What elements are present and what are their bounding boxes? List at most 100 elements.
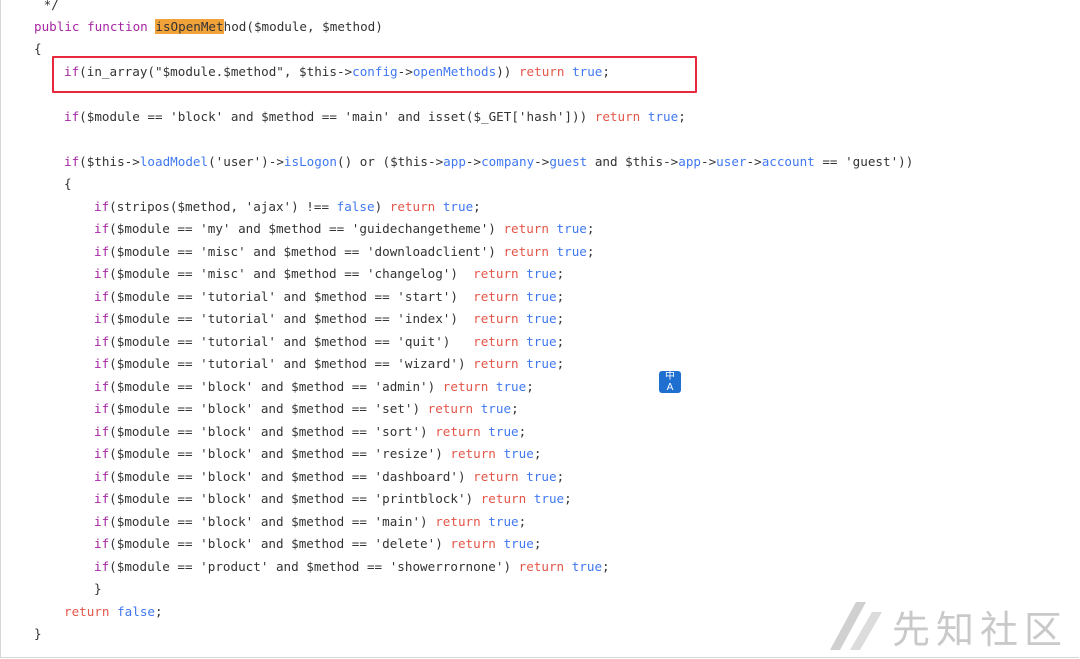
code-token: if [94, 356, 110, 371]
code-token: return [473, 266, 519, 281]
code-token: -> [701, 154, 717, 169]
code-token: ; [556, 469, 565, 484]
code-token: ) [374, 199, 390, 214]
code-token: return [450, 446, 496, 461]
code-line: if($module == 'block' and $method == 're… [94, 443, 541, 465]
code-token: true [556, 244, 587, 259]
code-token: -> [746, 154, 762, 169]
code-token: ; [533, 446, 542, 461]
code-token: true [647, 109, 679, 124]
code-token: ; [556, 289, 565, 304]
code-line: if($module == 'block' and $method == 'de… [94, 533, 541, 555]
code-token: true [533, 491, 565, 506]
code-token: ; [586, 244, 595, 259]
code-token: if [64, 154, 80, 169]
code-token: return [435, 514, 481, 529]
code-token: if [94, 244, 110, 259]
code-token: true [488, 514, 519, 529]
code-token: true [488, 424, 519, 439]
code-token: if [94, 311, 110, 326]
code-token: */ [36, 0, 59, 12]
code-token: ; [564, 491, 572, 506]
code-token: ($module == 'tutorial' and $method == 's… [109, 289, 474, 304]
code-token: ($module == 'block' and $method == 'sort… [109, 424, 436, 439]
code-token: ($this-> [79, 154, 140, 169]
code-line: } [34, 623, 42, 645]
code-token: return [389, 199, 436, 214]
code-token: if [94, 514, 110, 529]
code-token: if [94, 491, 110, 506]
code-token: () or ($this-> [337, 154, 444, 169]
code-token: -> [465, 154, 482, 169]
code-token: ($module == 'block' and $method == 'main… [79, 109, 595, 124]
code-token: return [442, 379, 489, 394]
code-line: if($module == 'block' and $method == 'ad… [94, 376, 534, 398]
code-token: true [480, 401, 512, 416]
code-token: return [450, 536, 496, 551]
code-token: true [526, 356, 557, 371]
code-token: true [526, 266, 557, 281]
code-token: if [94, 289, 110, 304]
code-token: true [526, 311, 557, 326]
code-token: isOpenMet [155, 19, 224, 34]
code-token: ($module == 'misc' and $method == 'downl… [109, 244, 504, 259]
code-line: if(stripos($method, 'ajax') !== false) r… [94, 196, 481, 218]
code-line: */ [36, 0, 59, 16]
code-token: ; [678, 109, 686, 124]
code-line: if($module == 'tutorial' and $method == … [94, 331, 564, 353]
code-token: return [473, 356, 519, 371]
code-token: { [34, 41, 42, 56]
code-token: ; [556, 311, 565, 326]
code-token: return [503, 221, 549, 236]
code-token: loadModel [139, 154, 209, 169]
code-token: ; [511, 401, 519, 416]
code-token: ($module == 'tutorial' and $method == 'i… [109, 311, 474, 326]
code-token: ; [602, 559, 610, 574]
code-token: } [34, 626, 42, 641]
code-line: if($module == 'block' and $method == 'pr… [94, 488, 572, 510]
code-token: true [442, 199, 474, 214]
code-token: return [473, 334, 519, 349]
code-token: ($module == 'block' and $method == 'prin… [109, 491, 481, 506]
code-token: user [716, 154, 747, 169]
code-token: return [64, 604, 110, 619]
code-line: if($module == 'misc' and $method == 'dow… [94, 241, 594, 263]
code-token: if [94, 469, 110, 484]
code-token: ; [586, 221, 595, 236]
code-token: true [526, 469, 557, 484]
code-token: ; [556, 356, 565, 371]
code-token: return [427, 401, 474, 416]
code-token: ($module == 'my' and $method == 'guidech… [109, 221, 504, 236]
code-token: true [526, 334, 557, 349]
translate-icon[interactable]: 中 A [659, 371, 681, 393]
code-token: ('user')-> [208, 154, 284, 169]
code-token: false [336, 199, 375, 214]
code-token: return [594, 109, 641, 124]
code-token: public [34, 19, 80, 34]
code-line: } [94, 578, 102, 600]
code-token: if [94, 446, 110, 461]
code-line: if($module == 'tutorial' and $method == … [94, 308, 564, 330]
code-token: == 'guest')) [814, 154, 914, 169]
watermark-text: 先知社区 [892, 607, 1069, 652]
code-token: if [94, 536, 110, 551]
code-token: company [481, 154, 535, 169]
code-line: if($module == 'tutorial' and $method == … [94, 286, 564, 308]
code-token: ; [518, 424, 527, 439]
code-token: ; [533, 536, 542, 551]
code-token: if [94, 199, 110, 214]
code-token: if [94, 266, 110, 281]
code-token: if [94, 559, 110, 574]
watermark: 先知社区 [826, 596, 1076, 656]
code-token: function [87, 19, 148, 34]
code-token: ($module == 'tutorial' and $method == 'q… [109, 334, 474, 349]
code-token: ($module == 'misc' and $method == 'chang… [109, 266, 474, 281]
translate-glyph-top: 中 [665, 371, 675, 382]
